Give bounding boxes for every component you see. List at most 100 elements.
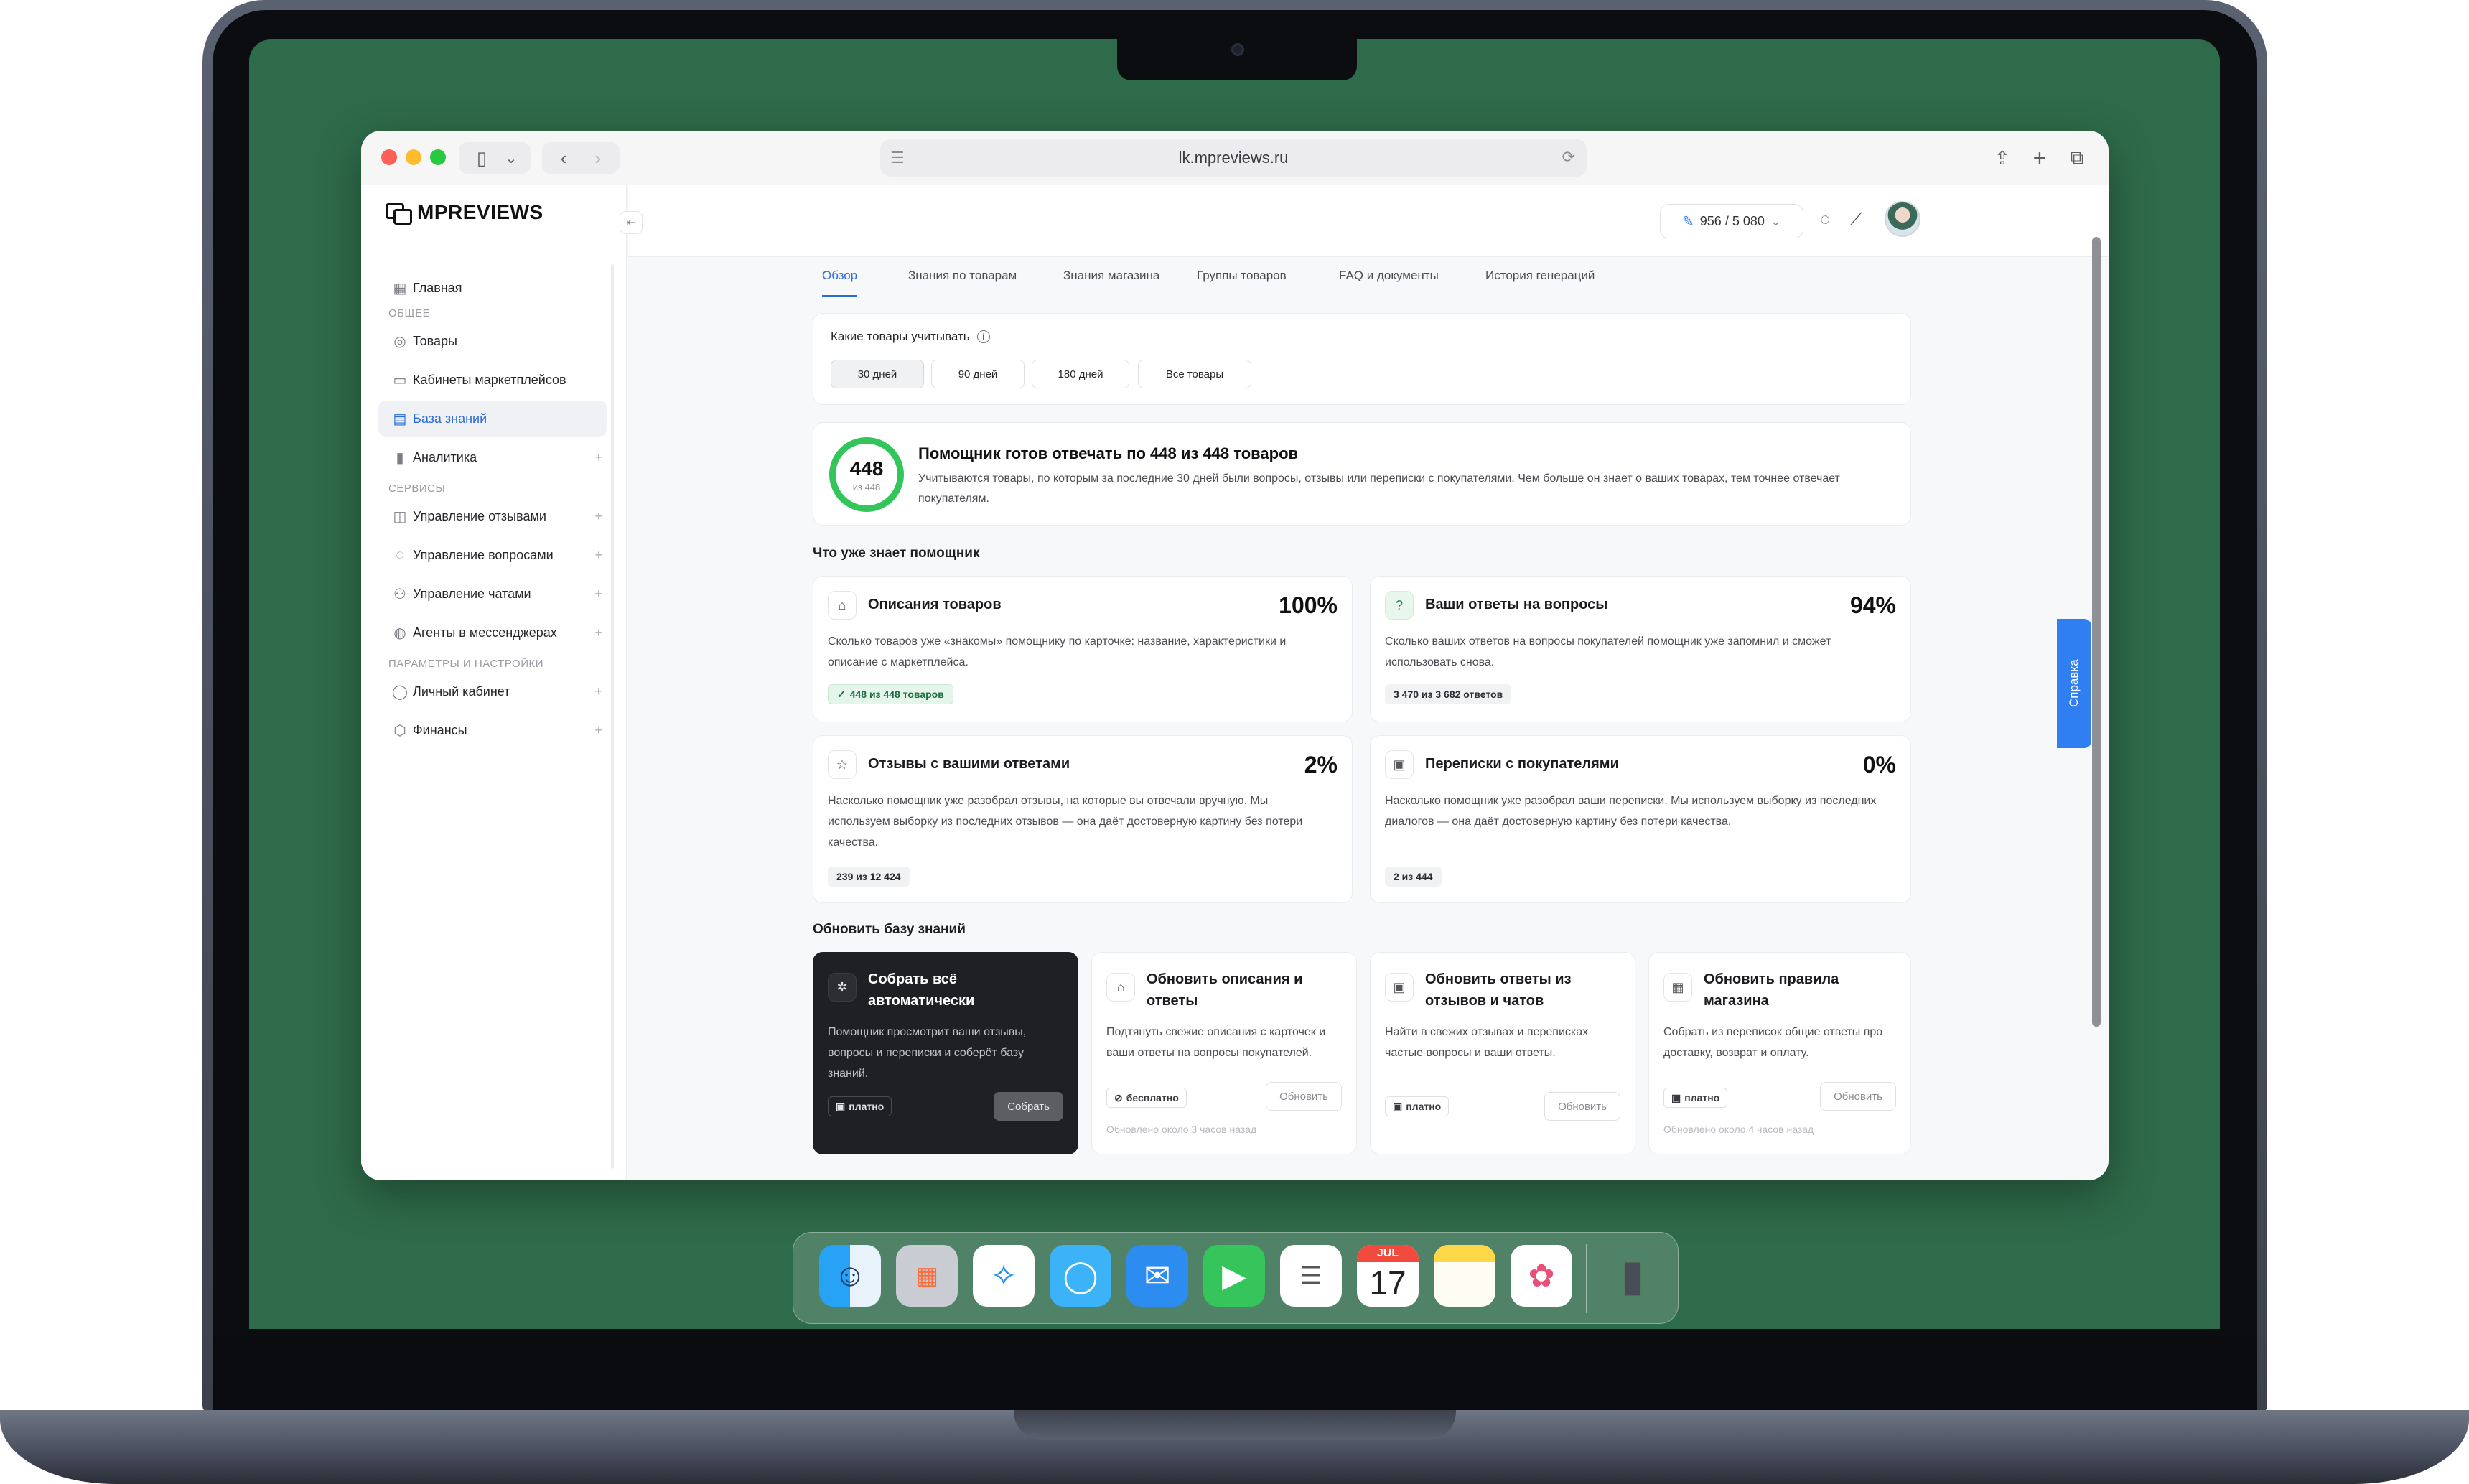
box-icon: ◎ [393, 333, 406, 350]
tab-overview[interactable]: Обзор [822, 269, 858, 297]
sidebar-item-label: Управление отзывами [413, 508, 546, 523]
sidebar-item-reviews[interactable]: ◫ Управление отзывами + [378, 498, 607, 534]
free-icon: ⊘ [1114, 1091, 1123, 1103]
plus-icon[interactable]: + [594, 587, 602, 602]
dock-separator [1586, 1244, 1587, 1313]
maximize-window-button[interactable] [430, 149, 446, 165]
close-window-button[interactable] [381, 149, 397, 165]
sidebar-item-label: Личный кабинет [413, 683, 510, 699]
plus-icon[interactable]: + [594, 509, 602, 524]
update-card-title: Обновить описания и ответы [1147, 971, 1303, 1009]
sidebar-item-label: База знаний [413, 411, 487, 426]
avatar[interactable] [1885, 201, 1920, 237]
back-button[interactable]: ‹ [549, 142, 578, 174]
archive-icon: ▤ [393, 411, 407, 427]
sidebar-item-agents[interactable]: ◍ Агенты в мессенджерах + [378, 615, 607, 650]
readiness-description: Учитываются товары, по которым за послед… [918, 472, 1840, 505]
grid-icon: ▦ [393, 280, 407, 297]
chevron-down-icon[interactable]: ⌄ [500, 142, 522, 174]
help-tab[interactable]: Справка [2057, 619, 2091, 748]
filter-option-90-days[interactable]: 90 дней [931, 360, 1025, 388]
messages-icon[interactable]: ◯ [1050, 1245, 1111, 1307]
sidebar-item-account[interactable]: ◯ Личный кабинет + [378, 673, 607, 709]
analytics-icon[interactable]: ⟋ [1850, 210, 1862, 230]
tabs-overview-icon[interactable]: ⧉ [2063, 142, 2091, 174]
logo-icon [386, 202, 412, 225]
knowledge-card-descriptions: ⌂ Описания товаров 100% Сколько товаров … [813, 576, 1353, 722]
sidebar-scrollbar[interactable] [611, 264, 614, 1169]
plus-icon[interactable]: + [594, 450, 602, 465]
update-button[interactable]: Обновить [1266, 1082, 1342, 1111]
coin-icon: ▣ [836, 1100, 846, 1112]
notes-icon[interactable] [1434, 1245, 1495, 1307]
filter-option-30-days[interactable]: 30 дней [831, 360, 924, 388]
sidebar-item-products[interactable]: ◎ Товары [378, 323, 607, 359]
sidebar-item-knowledge-base[interactable]: ▤ База знаний [378, 401, 607, 437]
trash-icon[interactable]: ▮ [1602, 1245, 1663, 1307]
collapse-sidebar-icon[interactable]: ⇤ [620, 211, 643, 234]
knowledge-card-title: Описания товаров [868, 597, 1002, 612]
update-card-store-rules: ▦ Обновить правила магазина Собрать из п… [1648, 952, 1911, 1154]
mail-icon[interactable]: ✉ [1126, 1245, 1188, 1307]
update-button[interactable]: Обновить [1544, 1092, 1620, 1121]
filter-label: Какие товары учитывать i [831, 330, 990, 344]
sidebar-item-home[interactable]: ▦ Главная [378, 270, 607, 306]
new-tab-icon[interactable]: + [2025, 142, 2054, 174]
facetime-icon[interactable]: ▶ [1203, 1245, 1265, 1307]
sidebar-item-finance[interactable]: ⬡ Финансы + [378, 712, 607, 748]
page: MPREVIEWS ▦ Главная ОБЩЕЕ ◎ Товары ▭ Каб… [361, 185, 2109, 1180]
plus-icon[interactable]: + [594, 548, 602, 563]
share-icon[interactable]: ⇪ [1988, 142, 2017, 174]
price-badge: ▣ платно [828, 1096, 892, 1116]
tab-faq-docs[interactable]: FAQ и документы [1339, 269, 1439, 297]
calendar-icon[interactable]: JUL 17 [1357, 1245, 1419, 1307]
filter-option-180-days[interactable]: 180 дней [1032, 360, 1129, 388]
page-settings-icon[interactable]: ☰ [890, 149, 905, 167]
sidebar-toggle-icon[interactable]: ▯ [467, 142, 496, 174]
minimize-window-button[interactable] [406, 149, 421, 165]
logo[interactable]: MPREVIEWS [386, 201, 543, 225]
update-button[interactable]: Обновить [1820, 1082, 1896, 1111]
sidebar-item-questions[interactable]: ◌ Управление вопросами + [378, 537, 607, 573]
safari-icon[interactable]: ✧ [973, 1245, 1035, 1307]
reviews-icon: ◫ [393, 508, 407, 525]
sidebar-item-marketplaces[interactable]: ▭ Кабинеты маркетплейсов [378, 362, 607, 398]
forward-button[interactable]: › [584, 142, 612, 174]
translate-reload-icon[interactable]: ⟳ [1562, 148, 1575, 167]
tab-product-knowledge[interactable]: Знания по товарам [908, 269, 1017, 297]
status-badge: 239 из 12 424 [828, 867, 910, 887]
collect-button[interactable]: Собрать [994, 1092, 1063, 1121]
readiness-count: 448 [849, 457, 884, 480]
photos-icon[interactable]: ✿ [1511, 1245, 1572, 1307]
sidebar-item-chats[interactable]: ⚇ Управление чатами + [378, 576, 607, 612]
coin-icon: ▣ [1393, 1100, 1403, 1112]
address-bar[interactable]: ☰ lk.mpreviews.ru ⟳ [880, 139, 1587, 177]
reminders-icon[interactable]: ☰ [1280, 1245, 1342, 1307]
plus-icon[interactable]: + [594, 723, 602, 738]
finder-icon[interactable]: ☺ [819, 1245, 881, 1307]
filter-option-all[interactable]: Все товары [1138, 360, 1251, 388]
price-badge: ▣ платно [1663, 1088, 1728, 1108]
tab-generation-history[interactable]: История генераций [1485, 269, 1595, 297]
main-scrollbar[interactable] [2092, 237, 2101, 1027]
tab-product-groups[interactable]: Группы товаров [1197, 269, 1287, 297]
knowledge-card-title: Ваши ответы на вопросы [1425, 597, 1608, 612]
sidebar-section-services: СЕРВИСЫ [388, 482, 446, 495]
tab-store-knowledge[interactable]: Знания магазина [1063, 269, 1159, 297]
plus-icon[interactable]: + [594, 625, 602, 640]
status-badge: ✓ 448 из 448 товаров [828, 684, 953, 704]
filter-label-text: Какие товары учитывать [831, 330, 970, 343]
knowledge-card-description: Насколько помощник уже разобрал ваши пер… [1385, 795, 1877, 828]
sidebar-section-general: ОБЩЕЕ [388, 307, 431, 319]
update-card-auto: ✲ Собрать всё автоматически Помощник про… [813, 952, 1078, 1154]
info-icon[interactable]: i [976, 330, 990, 343]
plus-icon[interactable]: + [594, 684, 602, 699]
sparkle-icon: ✲ [828, 973, 857, 1002]
launchpad-icon[interactable]: ▦ [896, 1245, 958, 1307]
chat-icon[interactable]: ◌ [1820, 210, 1830, 230]
credits-dropdown[interactable]: ✎ 956 / 5 080 ⌄ [1660, 204, 1803, 238]
user-icon: ◯ [391, 683, 409, 700]
price-badge: ⊘ бесплатно [1106, 1088, 1187, 1108]
knowledge-card-description: Сколько ваших ответов на вопросы покупат… [1385, 635, 1831, 668]
sidebar-item-analytics[interactable]: ▮ Аналитика + [378, 439, 607, 475]
